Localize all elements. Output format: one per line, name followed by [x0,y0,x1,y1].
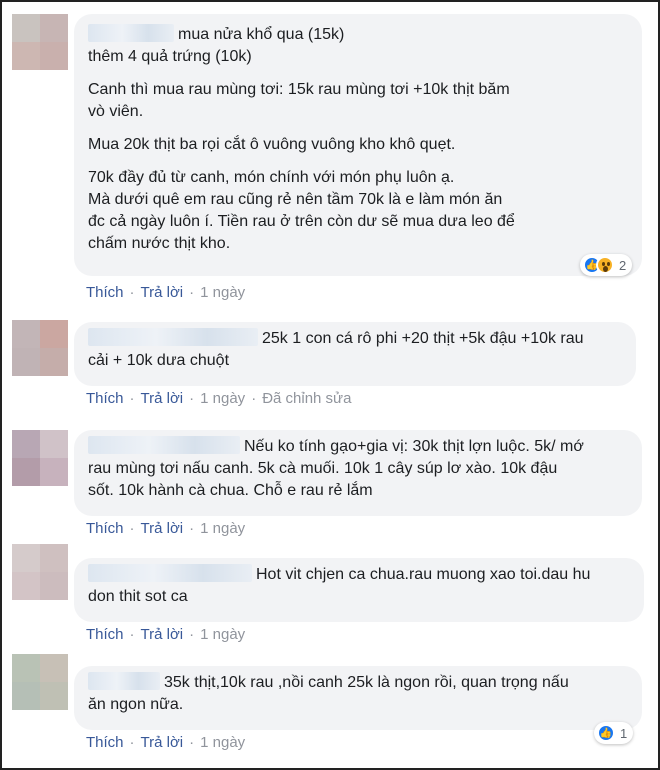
avatar-tile [12,458,40,486]
comment-text: 35k thịt,10k rau ,nồi canh 25k là ngon r… [88,672,569,713]
reply-link[interactable]: Trả lời [141,734,184,751]
separator: · [129,284,135,301]
avatar-tile [40,654,68,682]
edited-label[interactable]: Đã chỉnh sửa [262,390,351,407]
timestamp-link[interactable]: 1 ngày [200,390,245,407]
like-link[interactable]: Thích [86,390,124,407]
avatar[interactable] [12,654,68,710]
avatar[interactable] [12,544,68,600]
avatar-tile [12,348,40,376]
like-icon: 👍 [597,724,615,742]
avatar-tile [12,430,40,458]
avatar-tile [40,682,68,710]
comment-actions: Thích · Trả lời · 1 ngày [86,520,245,537]
reply-link[interactable]: Trả lời [141,626,184,643]
comment-text: Mua 20k thịt ba rọi cắt ô vuông vuông kh… [88,136,456,153]
like-link[interactable]: Thích [86,734,124,751]
reply-link[interactable]: Trả lời [141,390,184,407]
separator: · [129,626,135,643]
separator: · [189,520,195,537]
comment-bubble: 25k 1 con cá rô phi +20 thịt +5k đậu +10… [74,322,636,386]
avatar-tile [40,320,68,348]
avatar-tile [12,654,40,682]
avatar-tile [12,320,40,348]
avatar-tile [40,348,68,376]
avatar[interactable] [12,430,68,486]
comment-text: thêm 4 quả trứng (10k) [88,48,252,65]
comment-actions: Thích · Trả lời · 1 ngày [86,734,245,751]
like-link[interactable]: Thích [86,284,124,301]
timestamp-link[interactable]: 1 ngày [200,520,245,537]
wow-icon [596,256,614,274]
timestamp-link[interactable]: 1 ngày [200,734,245,751]
avatar-tile [40,14,68,42]
reply-link[interactable]: Trả lời [141,284,184,301]
comment-actions: Thích · Trả lời · 1 ngày [86,626,245,643]
author-name-redacted[interactable] [88,436,240,454]
avatar[interactable] [12,14,68,70]
comment-thread: mua nửa khổ qua (15k) thêm 4 quả trứng (… [0,0,660,770]
author-name-redacted[interactable] [88,672,160,690]
separator: · [129,390,135,407]
avatar-tile [12,14,40,42]
avatar-tile [12,42,40,70]
comment-actions: Thích · Trả lời · 1 ngày [86,284,245,301]
comment-bubble: Hot vit chjen ca chua.rau muong xao toi.… [74,558,644,622]
author-name-redacted[interactable] [88,564,252,582]
separator: · [189,626,195,643]
reaction-summary[interactable]: 👍 1 [594,722,634,744]
comment-bubble: mua nửa khổ qua (15k) thêm 4 quả trứng (… [74,14,642,276]
separator: · [189,734,195,751]
avatar-tile [12,682,40,710]
author-name-redacted[interactable] [88,24,174,42]
avatar-tile [40,458,68,486]
avatar-tile [12,544,40,572]
separator: · [189,284,195,301]
reaction-count: 2 [619,257,627,273]
reaction-count: 1 [620,725,628,741]
author-name-redacted[interactable] [88,328,258,346]
comment-text: Nếu ko tính gạo+gia vị: 30k thịt lợn luộ… [88,436,584,499]
avatar-tile [40,42,68,70]
reaction-summary[interactable]: 👍 2 [580,254,633,276]
separator: · [189,390,195,407]
comment-bubble: Nếu ko tính gạo+gia vị: 30k thịt lợn luộ… [74,430,642,516]
comment-actions: Thích · Trả lời · 1 ngày · Đã chỉnh sửa [86,390,351,407]
like-link[interactable]: Thích [86,520,124,537]
comment-text: Hot vit chjen ca chua.rau muong xao toi.… [88,564,591,605]
comment-text: mua nửa khổ qua (15k) [88,24,628,46]
timestamp-link[interactable]: 1 ngày [200,284,245,301]
avatar-tile [40,572,68,600]
separator: · [129,734,135,751]
avatar-tile [12,572,40,600]
comment-text: 70k đầy đủ từ canh, món chính với món ph… [88,169,515,252]
avatar[interactable] [12,320,68,376]
separator: · [129,520,135,537]
avatar-tile [40,544,68,572]
comment-bubble: 35k thịt,10k rau ,nồi canh 25k là ngon r… [74,666,642,730]
comment-text: 25k 1 con cá rô phi +20 thịt +5k đậu +10… [88,328,584,369]
comment-text: Canh thì mua rau mùng tơi: 15k rau mùng … [88,81,510,120]
avatar-tile [40,430,68,458]
separator: · [251,390,257,407]
like-link[interactable]: Thích [86,626,124,643]
timestamp-link[interactable]: 1 ngày [200,626,245,643]
reply-link[interactable]: Trả lời [141,520,184,537]
